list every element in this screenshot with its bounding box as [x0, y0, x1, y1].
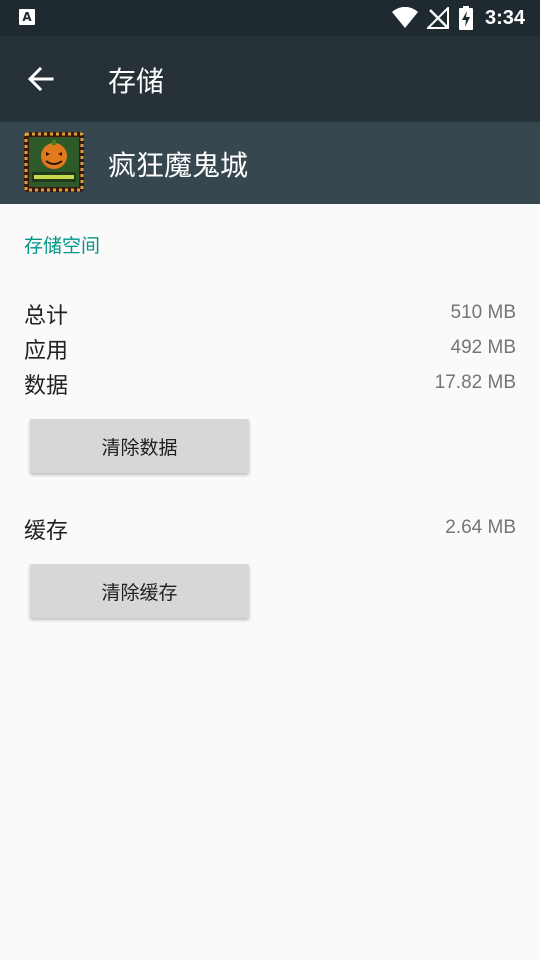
clear-cache-button[interactable]: 清除缓存 — [30, 564, 249, 618]
arrow-back-icon — [27, 66, 54, 92]
notification-icon: A — [19, 9, 35, 25]
toolbar: 存储 — [0, 36, 540, 122]
app-name: 疯狂魔鬼城 — [108, 149, 249, 182]
app-size-label: 应用 — [24, 339, 69, 364]
page-title: 存储 — [108, 65, 165, 98]
total-value: 510 MB — [450, 302, 516, 323]
signal-off-icon — [427, 7, 449, 29]
cache-value: 2.64 MB — [445, 517, 516, 538]
cache-label: 缓存 — [24, 519, 69, 544]
data-size-value: 17.82 MB — [434, 372, 516, 393]
app-size-value: 492 MB — [450, 337, 516, 358]
app-icon — [24, 132, 84, 192]
clear-data-button[interactable]: 清除数据 — [30, 419, 249, 473]
back-button[interactable] — [22, 59, 62, 99]
wifi-icon — [392, 7, 418, 28]
app-header: 疯狂魔鬼城 — [0, 122, 540, 204]
status-bar: A 3:34 — [0, 0, 540, 36]
total-label: 总计 — [24, 304, 69, 329]
status-time: 3:34 — [485, 7, 526, 29]
data-size-label: 数据 — [24, 374, 69, 399]
battery-charging-icon — [459, 6, 473, 30]
section-title-storage: 存储空间 — [24, 235, 101, 257]
